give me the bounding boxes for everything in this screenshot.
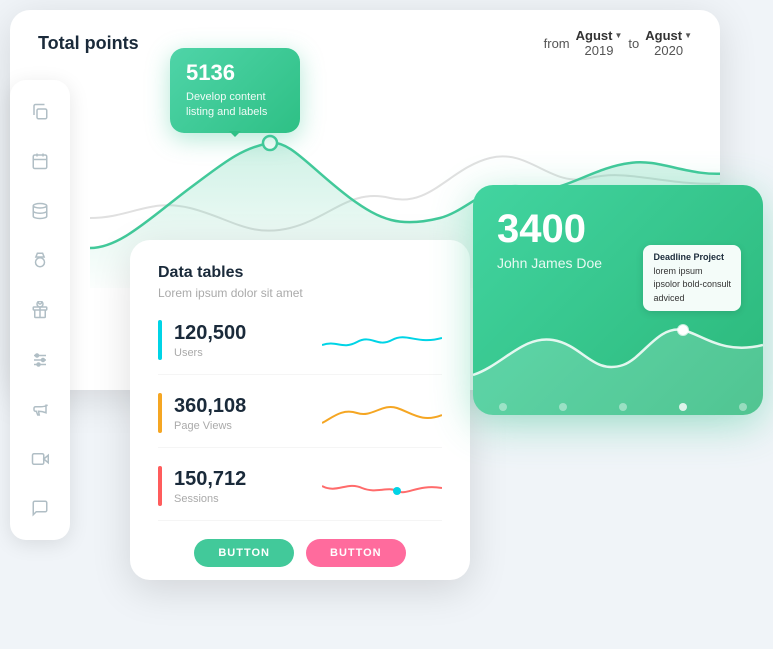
megaphone-icon[interactable] — [22, 393, 58, 425]
from-year: 2019 — [585, 43, 614, 58]
to-arrow-icon: ▼ — [684, 31, 692, 40]
calendar-icon[interactable] — [22, 146, 58, 178]
metric-row-pageviews: 360,108 Page Views — [158, 393, 442, 448]
gift-icon[interactable] — [22, 294, 58, 326]
data-tables-card: Data tables Lorem ipsum dolor sit amet 1… — [130, 240, 470, 580]
primary-button[interactable]: BUTTON — [194, 539, 294, 567]
to-year: 2020 — [654, 43, 683, 58]
green-tooltip-title: Deadline Project — [653, 251, 731, 265]
metric-row-sessions: 150,712 Sessions — [158, 466, 442, 521]
to-month: Agust — [645, 28, 682, 43]
message-icon[interactable] — [22, 493, 58, 525]
secondary-button[interactable]: BUTTON — [306, 539, 406, 567]
database-icon[interactable] — [22, 195, 58, 227]
users-indicator — [158, 320, 162, 360]
pageviews-value: 360,108 — [174, 395, 322, 418]
metric-left-users: 120,500 Users — [174, 322, 322, 359]
tooltip-value: 5136 — [186, 60, 284, 86]
date-range: from Agust ▼ 2019 to Agust ▼ 2020 — [544, 28, 692, 58]
users-label: Users — [174, 347, 322, 359]
data-tables-title: Data tables — [158, 264, 442, 282]
card-header: Total points from Agust ▼ 2019 to Agust … — [10, 10, 720, 58]
from-arrow-icon: ▼ — [614, 31, 622, 40]
to-date-dropdown[interactable]: Agust ▼ 2020 — [645, 28, 692, 58]
pageviews-sparkline — [322, 393, 442, 433]
pageviews-label: Page Views — [174, 420, 322, 432]
users-sparkline — [322, 320, 442, 360]
green-stats-card: 3400 John James Doe Deadline Project lor… — [473, 185, 763, 415]
copy-icon[interactable] — [22, 96, 58, 128]
from-month: Agust — [576, 28, 613, 43]
from-date-dropdown[interactable]: Agust ▼ 2019 — [576, 28, 623, 58]
green-tooltip-line3: adviced — [653, 292, 731, 306]
sessions-label: Sessions — [174, 493, 322, 505]
green-card-value: 3400 — [497, 209, 739, 249]
video-icon[interactable] — [22, 443, 58, 475]
tooltip-label: Develop content listing and labels — [186, 90, 284, 121]
sessions-indicator — [158, 466, 162, 506]
button-row: BUTTON BUTTON — [158, 539, 442, 567]
users-value: 120,500 — [174, 322, 322, 345]
sessions-value: 150,712 — [174, 468, 322, 491]
green-tooltip-line1: lorem ipsum — [653, 265, 731, 279]
green-tooltip-line2: ipsolor bold-consult — [653, 278, 731, 292]
pageviews-indicator — [158, 393, 162, 433]
to-label: to — [628, 36, 639, 51]
sessions-sparkline — [322, 466, 442, 506]
from-label: from — [544, 36, 570, 51]
metric-left-sessions: 150,712 Sessions — [174, 468, 322, 505]
metric-row-users: 120,500 Users — [158, 320, 442, 375]
page-title: Total points — [38, 33, 139, 54]
chart-tooltip: 5136 Develop content listing and labels — [170, 48, 300, 133]
green-card-tooltip: Deadline Project lorem ipsum ipsolor bol… — [643, 245, 741, 311]
sliders-icon[interactable] — [22, 344, 58, 376]
medal-icon[interactable] — [22, 245, 58, 277]
data-tables-subtitle: Lorem ipsum dolor sit amet — [158, 286, 442, 300]
metric-left-pageviews: 360,108 Page Views — [174, 395, 322, 432]
sidebar — [10, 80, 70, 540]
